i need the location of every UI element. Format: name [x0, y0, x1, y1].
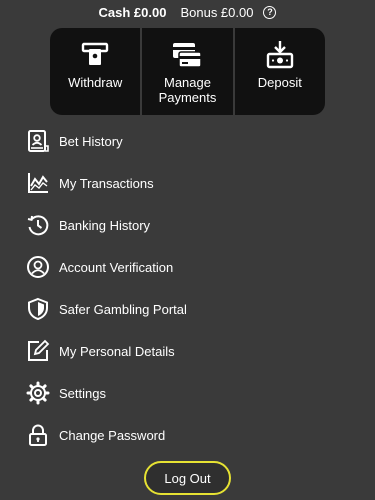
- atm-icon: [80, 40, 110, 70]
- manage-payments-label: Manage Payments: [158, 75, 217, 105]
- menu-item-my-transactions[interactable]: My Transactions: [0, 162, 375, 204]
- menu-item-safer-gambling-portal[interactable]: Safer Gambling Portal: [0, 288, 375, 330]
- bonus-balance: Bonus £0.00: [180, 4, 254, 20]
- menu-item-my-personal-details[interactable]: My Personal Details: [0, 330, 375, 372]
- card-icon: [171, 40, 203, 70]
- menu-label-banking-history: Banking History: [59, 217, 151, 233]
- menu-label-settings: Settings: [59, 385, 106, 401]
- deposit-button[interactable]: Deposit: [232, 28, 325, 115]
- lock-icon: [26, 423, 50, 447]
- logout-button[interactable]: Log Out: [144, 461, 231, 495]
- deposit-label: Deposit: [257, 75, 302, 90]
- menu-label-account-verification: Account Verification: [59, 259, 174, 275]
- menu-item-change-password[interactable]: Change Password: [0, 414, 375, 456]
- user-verify-icon: [26, 255, 50, 279]
- chart-line-icon: [26, 171, 50, 195]
- gear-icon: [26, 381, 50, 405]
- account-actions-panel: Withdraw Manage Payments Deposit: [50, 28, 325, 115]
- menu-item-banking-history[interactable]: Banking History: [0, 204, 375, 246]
- help-icon[interactable]: ?: [263, 5, 277, 19]
- manage-payments-button[interactable]: Manage Payments: [140, 28, 232, 115]
- withdraw-button[interactable]: Withdraw: [50, 28, 140, 115]
- menu-label-my-personal-details: My Personal Details: [59, 343, 175, 359]
- menu-item-bet-history[interactable]: Bet History: [0, 120, 375, 162]
- balance-bar: Cash £0.00 Bonus £0.00 ?: [0, 0, 375, 24]
- account-menu: Bet History My Transactions Banking Hist…: [0, 120, 375, 456]
- deposit-icon: [265, 40, 295, 70]
- menu-item-settings[interactable]: Settings: [0, 372, 375, 414]
- withdraw-label: Withdraw: [68, 75, 123, 90]
- shield-icon: [26, 297, 50, 321]
- receipt-icon: [26, 129, 50, 153]
- menu-label-my-transactions: My Transactions: [59, 175, 154, 191]
- menu-label-change-password: Change Password: [59, 427, 166, 443]
- menu-label-safer-gambling-portal: Safer Gambling Portal: [59, 301, 187, 317]
- menu-item-account-verification[interactable]: Account Verification: [0, 246, 375, 288]
- edit-icon: [26, 339, 50, 363]
- menu-label-bet-history: Bet History: [59, 133, 123, 149]
- history-clock-icon: [26, 213, 50, 237]
- cash-balance: Cash £0.00: [98, 4, 167, 20]
